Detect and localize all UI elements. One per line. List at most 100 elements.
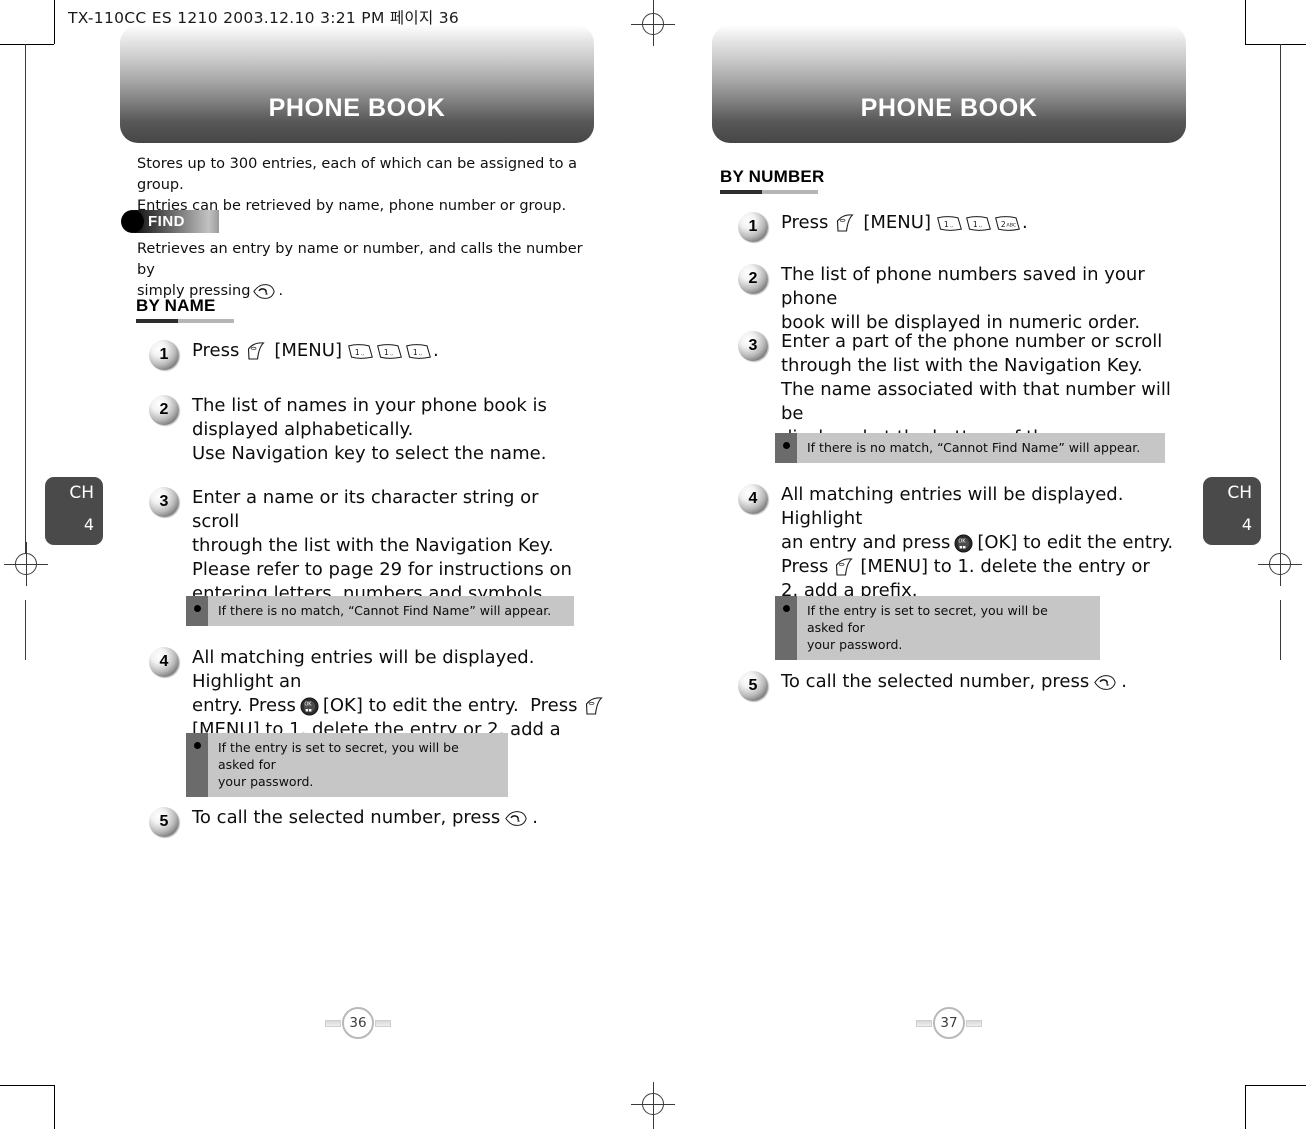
find-badge-bar: FIND [134,209,219,233]
find-badge-label: FIND [148,212,185,230]
step-text: Enter a name or its character string or … [192,486,589,606]
note-bullet-icon [193,605,201,612]
svg-text:.,: ., [978,222,982,228]
step-number: 2 [149,395,179,425]
note-bullet-strip [775,433,797,463]
note-text-line: If there is no match, “Cannot Find Name”… [218,603,552,618]
svg-text:1: 1 [413,347,418,356]
chapter-tab-ch-label: CH [1227,483,1252,503]
step-item: 3 Enter a part of the phone number or sc… [738,330,1188,450]
menu-key-icon [245,341,267,361]
step-text-line-with-icons: entry. Press OK ▪▪ [OK] to edit the entr… [192,694,619,718]
section-heading-by-number: BY NUMBER [720,167,824,194]
step-number: 3 [738,331,768,361]
step-text-line: The list of phone numbers saved in your … [781,264,1145,309]
menu-key-icon [833,557,855,577]
step-text-segment: entry. Press [192,695,296,716]
find-desc-line-1: Retrieves an entry by name or number, an… [137,241,583,278]
manual-spread: TX-110CC ES 1210 2003.12.10 3:21 PM 페이지 … [0,0,1306,1129]
step-text: All matching entries will be displayed. … [781,483,1208,603]
step-text-segment: To call the selected number, press [192,807,501,828]
step-text-segment: To call the selected number, press [781,671,1090,692]
step-text-segment: [OK] to edit the entry. Press [322,695,578,716]
step-number: 3 [149,487,179,517]
svg-text:1: 1 [973,219,978,228]
step-text-line: The name associated with that number wil… [781,379,1171,424]
step-text: Press [MENU] 1 ., [781,211,1028,242]
step-text-segment: . [1121,671,1127,692]
section-heading-label: BY NAME [136,296,216,315]
step-item: 5 To call the selected number, press . [738,670,1178,701]
note-text: If there is no match, “Cannot Find Name”… [797,433,1165,463]
page-number-value: 36 [342,1007,374,1039]
crop-mark-top-right-vertical [1245,0,1246,44]
section-heading-by-name: BY NAME [136,296,234,323]
step-text-segment: Press [781,556,829,577]
note-box: If there is no match, “Cannot Find Name”… [186,596,574,626]
svg-text:1: 1 [944,219,949,228]
send-key-icon [252,283,276,300]
step-text: To call the selected number, press . [192,806,538,837]
section-heading-rule [136,319,234,323]
edge-mark-right-lower [1280,600,1281,660]
step-text-line: through the list with the Navigation Key… [192,535,554,556]
note-text-line: your password. [218,774,314,789]
registration-mark-right-center [1258,542,1302,586]
note-box: If the entry is set to secret, you will … [186,733,508,797]
svg-text:▪▪: ▪▪ [959,544,966,550]
svg-text:ABC: ABC [1007,222,1017,228]
step-number: 2 [738,264,768,294]
svg-text:.,: ., [360,350,364,356]
svg-text:.,: ., [949,222,953,228]
page-banner-right: PHONE BOOK [712,25,1186,143]
step-text-menu: [MENU] [274,340,342,361]
step-text: Enter a part of the phone number or scro… [781,330,1188,450]
step-text-segment: [OK] to edit the entry. [977,532,1174,553]
note-bullet-strip [186,596,208,626]
note-box: If the entry is set to secret, you will … [775,596,1100,660]
page-number-wing-right-icon [375,1020,391,1027]
step-item: 4 All matching entries will be displayed… [738,483,1208,603]
step-text-line: Enter a part of the phone number or scro… [781,331,1163,352]
step-number: 4 [149,647,179,677]
svg-text:1: 1 [355,347,360,356]
right-page: PHONE BOOK BY NUMBER 1 Press [MENU] 1 .,… [592,0,1186,1129]
note-text: If the entry is set to secret, you will … [797,596,1100,660]
ok-key-icon: OK ▪▪ [954,533,973,553]
find-badge-dot-icon [121,209,144,233]
step-item: 1 Press [MENU] 1 ., [149,339,579,370]
note-text-line: If the entry is set to secret, you will … [807,603,1048,635]
numeric-key-icon: 2 ABC [994,215,1021,232]
crop-mark-top-right-horizontal [1245,44,1306,45]
step-item: 5 To call the selected number, press . [149,806,579,837]
intro-line-1: Stores up to 300 entries, each of which … [137,156,578,193]
chapter-tab-number: 4 [1241,515,1252,534]
note-bullet-strip [775,596,797,660]
step-text-line-with-icons: an entry and press OK ▪▪ [OK] to edit th… [781,531,1208,555]
note-text-line: your password. [807,637,903,652]
page-number-wing-left-icon [325,1020,341,1027]
step-text-line: through the list with the Navigation Key… [781,355,1143,376]
step-text-line-with-icons: Press [MENU] to 1. delete the entry or [781,555,1208,579]
find-badge: FIND [121,209,219,233]
step-number: 5 [738,671,768,701]
find-desc-line-2-end: . [278,283,284,299]
step-text-period: . [1021,212,1028,233]
step-text-press: Press [781,212,829,233]
find-description: Retrieves an entry by name or number, an… [137,239,587,302]
step-text-period: . [432,340,439,361]
page-number-wing-right-icon [966,1020,982,1027]
svg-text:▪▪: ▪▪ [305,707,312,713]
chapter-tab-right: CH 4 [1203,477,1261,545]
numeric-key-icon: 1 ., [405,343,432,360]
intro-paragraph: Stores up to 300 entries, each of which … [137,154,597,217]
note-bullet-icon [193,742,201,749]
crop-mark-bottom-right-vertical [1245,1085,1246,1129]
step-number: 1 [149,340,179,370]
step-text: To call the selected number, press . [781,670,1127,701]
step-text-segment: [MENU] to 1. delete the entry or [860,556,1150,577]
note-text: If the entry is set to secret, you will … [208,733,508,797]
step-item: 3 Enter a name or its character string o… [149,486,589,606]
page-number-badge: 36 [325,1003,391,1043]
section-heading-rule [720,190,824,194]
